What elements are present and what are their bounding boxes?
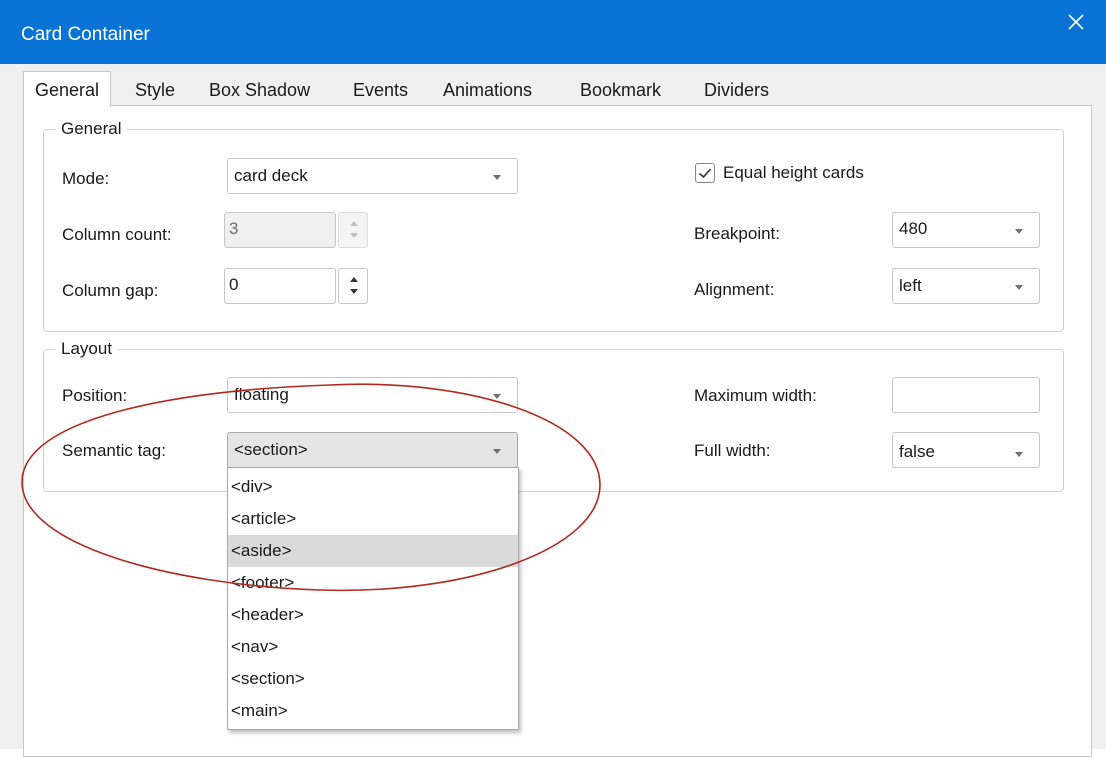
full-width-label: Full width:: [694, 441, 771, 460]
breakpoint-label: Breakpoint:: [694, 224, 780, 243]
semantic-tag-dropdown-list: <div> <article> <aside> <footer> <header…: [227, 467, 519, 730]
chevron-down-icon: [1015, 285, 1023, 290]
layout-group: Layout: [43, 339, 1064, 492]
position-select-value: floating: [234, 385, 289, 404]
close-button[interactable]: [1046, 0, 1106, 44]
chevron-down-icon: [493, 449, 501, 454]
semantic-tag-option-div[interactable]: <div>: [228, 471, 518, 503]
mode-select-value: card deck: [234, 166, 308, 185]
semantic-tag-label: Semantic tag:: [62, 441, 166, 460]
column-count-label: Column count:: [62, 225, 172, 244]
column-count-value: 3: [229, 219, 239, 238]
max-width-label: Maximum width:: [694, 386, 817, 405]
spin-up-icon: [350, 221, 358, 226]
alignment-label: Alignment:: [694, 280, 775, 299]
position-select[interactable]: floating: [227, 377, 518, 413]
spin-down-icon: [350, 233, 358, 238]
tab-box-shadow[interactable]: Box Shadow: [197, 75, 322, 105]
alignment-select-value: left: [899, 276, 922, 295]
max-width-input[interactable]: [892, 377, 1040, 413]
tab-panel-general: General Mode: card deck Column count: 3 …: [23, 105, 1092, 757]
semantic-tag-option-header[interactable]: <header>: [228, 599, 518, 631]
breakpoint-select[interactable]: 480: [892, 212, 1040, 248]
column-count-stepper[interactable]: [338, 212, 368, 248]
column-gap-input[interactable]: 0: [224, 268, 336, 304]
semantic-tag-option-footer[interactable]: <footer>: [228, 567, 518, 599]
semantic-tag-option-section[interactable]: <section>: [228, 663, 518, 695]
tab-general[interactable]: General: [23, 71, 112, 107]
column-gap-stepper[interactable]: [338, 268, 368, 304]
chevron-down-icon: [493, 394, 501, 399]
breakpoint-select-value: 480: [899, 219, 928, 238]
checkmark-icon: [698, 168, 712, 179]
semantic-tag-select-value: <section>: [234, 440, 308, 459]
semantic-tag-option-article[interactable]: <article>: [228, 503, 518, 535]
spin-down-icon: [350, 289, 358, 294]
alignment-select[interactable]: left: [892, 268, 1040, 304]
layout-group-legend: Layout: [61, 339, 113, 358]
semantic-tag-option-aside[interactable]: <aside>: [228, 535, 518, 567]
chevron-down-icon: [1015, 229, 1023, 234]
column-gap-label: Column gap:: [62, 281, 159, 300]
full-width-select[interactable]: false: [892, 432, 1040, 468]
spin-up-icon: [350, 277, 358, 282]
semantic-tag-select[interactable]: <section>: [227, 432, 518, 468]
position-label: Position:: [62, 386, 128, 405]
equal-height-label: Equal height cards: [723, 163, 864, 182]
title-bar: Card Container: [0, 0, 1106, 64]
semantic-tag-option-main[interactable]: <main>: [228, 695, 518, 727]
tab-style[interactable]: Style: [123, 75, 187, 105]
column-count-input[interactable]: 3: [224, 212, 336, 248]
dialog-window: Card Container General Style Box Shadow …: [0, 0, 1106, 757]
chevron-down-icon: [1015, 452, 1023, 457]
general-group-legend: General: [61, 119, 122, 138]
tab-dividers[interactable]: Dividers: [692, 75, 781, 105]
dialog-client: General Style Box Shadow Events Animatio…: [3, 64, 1103, 757]
semantic-tag-option-nav[interactable]: <nav>: [228, 631, 518, 663]
mode-label: Mode:: [62, 169, 110, 188]
chevron-down-icon: [493, 175, 501, 180]
full-width-select-value: false: [899, 442, 935, 461]
column-gap-value: 0: [229, 275, 239, 294]
mode-select[interactable]: card deck: [227, 158, 518, 194]
tab-animations[interactable]: Animations: [431, 75, 544, 105]
equal-height-checkbox[interactable]: [695, 163, 715, 183]
tab-bookmark[interactable]: Bookmark: [568, 75, 673, 105]
close-icon: [1068, 14, 1084, 30]
window-title: Card Container: [21, 24, 150, 45]
tab-events[interactable]: Events: [341, 75, 420, 105]
